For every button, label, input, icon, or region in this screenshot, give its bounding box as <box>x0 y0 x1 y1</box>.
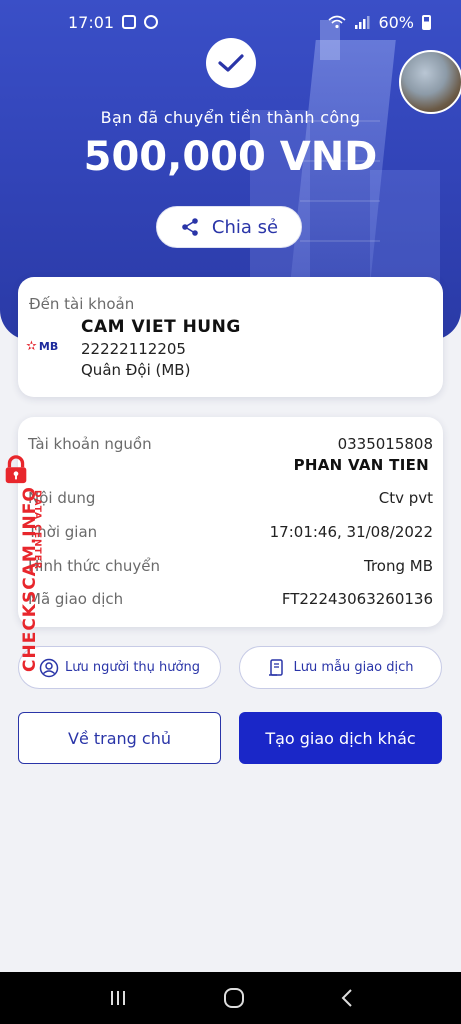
new-transaction-button[interactable]: Tạo giao dịch khác <box>239 712 442 764</box>
save-beneficiary-button[interactable]: Lưu người thụ hưởng <box>18 646 221 689</box>
home-nav-icon[interactable] <box>223 987 245 1009</box>
transaction-details-card: Tài khoản nguồn 0335015808 PHAN VAN TIEN… <box>18 417 443 627</box>
bank-logo-text: MB <box>38 340 59 353</box>
status-time: 17:01 <box>68 12 115 32</box>
source-label: Tài khoản nguồn <box>28 435 152 453</box>
messenger-icon <box>144 15 159 29</box>
time-value: 17:01:46, 31/08/2022 <box>269 523 433 541</box>
building-stripe <box>300 200 380 202</box>
recipient-name: CAM VIET HUNG <box>81 317 241 337</box>
recent-apps-icon[interactable] <box>108 989 128 1007</box>
detail-row-method: Hình thức chuyển Trong MB <box>28 557 433 575</box>
recipient-bank: Quân Đội (MB) <box>81 361 191 379</box>
detail-row-content: Nội dung Ctv pvt <box>28 489 433 507</box>
detail-row-txn: Mã giao dịch FT22243063260136 <box>28 590 433 608</box>
success-message: Bạn đã chuyển tiền thành công <box>100 108 361 127</box>
txn-label: Mã giao dịch <box>28 590 124 608</box>
system-nav-bar <box>0 972 461 1024</box>
content-value: Ctv pvt <box>378 489 433 507</box>
save-beneficiary-label: Lưu người thụ hưởng <box>65 660 200 675</box>
lock-icon <box>5 455 27 484</box>
star-icon: ✫ <box>26 339 37 354</box>
building-stripe <box>300 240 380 242</box>
user-icon <box>39 658 59 677</box>
recipient-account: 22222112205 <box>81 340 186 358</box>
signal-icon <box>355 16 370 29</box>
save-template-button[interactable]: Lưu mẫu giao dịch <box>239 646 442 689</box>
success-check <box>206 38 256 88</box>
checkmark-icon <box>218 54 244 72</box>
source-name: PHAN VAN TIEN <box>293 456 429 474</box>
method-label: Hình thức chuyển <box>28 557 161 575</box>
wifi-icon <box>328 15 346 29</box>
method-value: Trong MB <box>363 557 433 575</box>
notification-icon <box>122 15 137 29</box>
back-icon[interactable] <box>340 988 354 1008</box>
share-icon <box>182 218 198 236</box>
document-icon <box>269 658 284 676</box>
save-template-label: Lưu mẫu giao dịch <box>293 660 414 675</box>
share-label: Chia sẻ <box>211 216 279 238</box>
watermark-subtext: DATA CENTER <box>32 490 42 570</box>
share-button[interactable]: Chia sẻ <box>156 206 302 248</box>
txn-value: FT22243063260136 <box>281 590 433 608</box>
chat-head-avatar[interactable] <box>399 50 461 114</box>
battery-icon <box>422 14 431 30</box>
battery-percent: 60% <box>378 12 414 32</box>
source-account: 0335015808 <box>337 435 433 453</box>
recipient-label: Đến tài khoản <box>29 295 135 313</box>
detail-row-time: Thời gian 17:01:46, 31/08/2022 <box>28 523 433 541</box>
detail-row-source: Tài khoản nguồn 0335015808 <box>28 435 433 453</box>
recipient-card: Đến tài khoản ✫ MB CAM VIET HUNG 2222211… <box>18 277 443 397</box>
home-button[interactable]: Về trang chủ <box>18 712 221 764</box>
transfer-amount: 500,000 VND <box>83 134 378 180</box>
mb-bank-logo: ✫ MB <box>26 339 58 354</box>
